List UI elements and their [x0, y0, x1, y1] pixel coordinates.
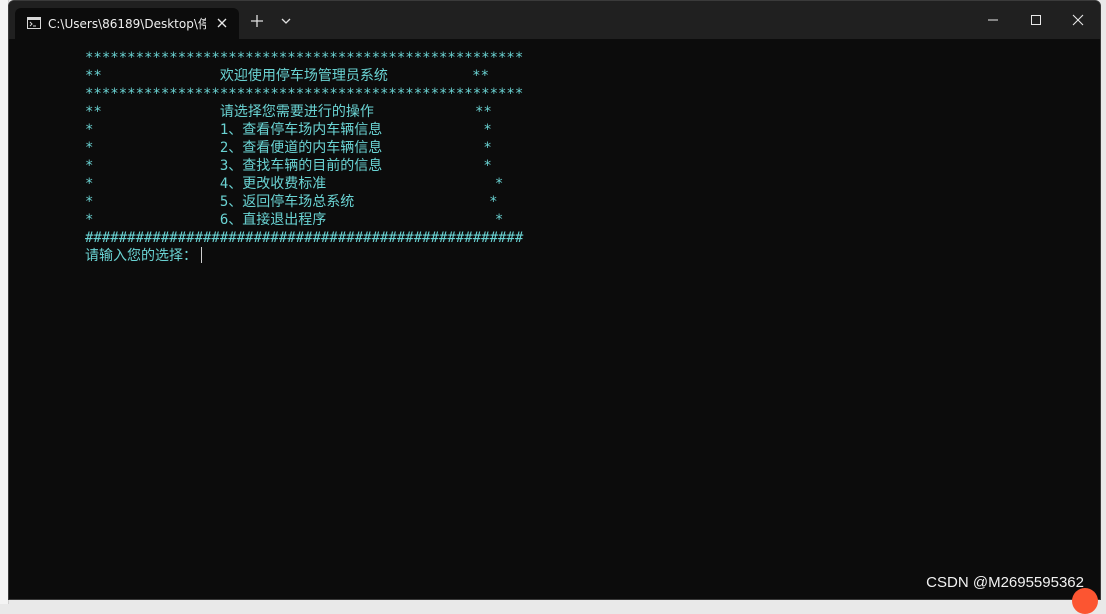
terminal-window: C:\Users\86189\Desktop\停车 **************…: [8, 0, 1101, 600]
console-line: ****************************************…: [85, 50, 524, 66]
watermark: CSDN @M2695595362: [926, 574, 1084, 591]
maximize-icon[interactable]: [1022, 9, 1050, 31]
input-prompt: 请输入您的选择：: [85, 248, 197, 264]
console-line: * 1、查看停车场内车辆信息 *: [85, 122, 492, 138]
console-line: * 6、直接退出程序 *: [85, 212, 504, 228]
title-bar[interactable]: C:\Users\86189\Desktop\停车: [9, 1, 1100, 39]
chevron-down-icon[interactable]: [276, 11, 296, 31]
console-line: * 3、查找车辆的目前的信息 *: [85, 158, 492, 174]
close-window-icon[interactable]: [1064, 9, 1092, 31]
csdn-logo-icon: [1072, 588, 1098, 614]
terminal-icon: [27, 17, 41, 29]
console-line: ########################################…: [85, 230, 524, 246]
new-tab-icon[interactable]: [247, 11, 267, 31]
console-line: ****************************************…: [85, 86, 524, 102]
console-line: * 5、返回停车场总系统 *: [85, 194, 498, 210]
console-line: ** 请选择您需要进行的操作 **: [85, 104, 492, 120]
text-cursor: [201, 247, 202, 263]
console-output[interactable]: ****************************************…: [9, 39, 1100, 599]
minimize-icon[interactable]: [979, 9, 1007, 31]
tab-terminal[interactable]: C:\Users\86189\Desktop\停车: [15, 8, 239, 39]
close-tab-icon[interactable]: [213, 14, 231, 32]
console-line: * 2、查看便道的内车辆信息 *: [85, 140, 492, 156]
tab-title: C:\Users\86189\Desktop\停车: [48, 17, 206, 31]
input-prompt-line[interactable]: 请输入您的选择：: [85, 247, 202, 265]
console-line: * 4、更改收费标准 *: [85, 176, 504, 192]
console-line: ** 欢迎使用停车场管理员系统 **: [85, 68, 490, 84]
